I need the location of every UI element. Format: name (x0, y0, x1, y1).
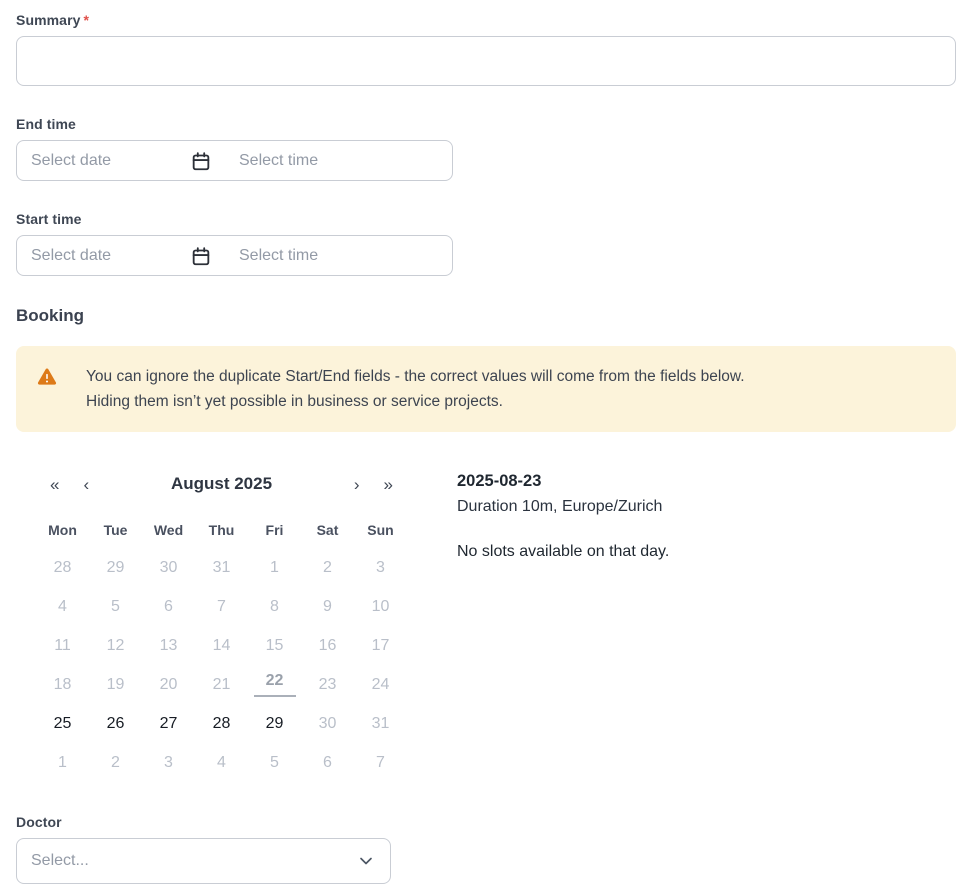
calendar-day: 3 (142, 743, 195, 782)
calendar-day: 14 (195, 626, 248, 665)
end-time-input[interactable] (213, 152, 452, 170)
prev-year-button[interactable]: « (46, 474, 63, 495)
calendar-day: 21 (195, 665, 248, 704)
calendar-day[interactable]: 26 (89, 704, 142, 743)
calendar-day: 11 (36, 626, 89, 665)
calendar-day: 1 (248, 548, 301, 587)
calendar-day: 5 (89, 587, 142, 626)
start-time-label: Start time (16, 211, 956, 227)
calendar-day: 29 (89, 548, 142, 587)
summary-field: Summary* (16, 12, 956, 86)
appointment-form: Summary* End time Start time (0, 0, 972, 884)
calendar-grid: 2829303112345678910111213141516171819202… (36, 548, 407, 782)
calendar-day: 15 (248, 626, 301, 665)
doctor-select[interactable]: Select... (16, 838, 391, 884)
calendar-day: 24 (354, 665, 407, 704)
end-time-field: End time (16, 116, 956, 181)
booking-widget: « ‹ August 2025 › » MonTueWedThuFriSatSu… (16, 470, 956, 782)
warning-icon (36, 366, 58, 393)
calendar-weekday: Sun (354, 518, 407, 542)
calendar-weekday: Wed (142, 518, 195, 542)
warning-line-2: Hiding them isn’t yet possible in busine… (86, 393, 503, 410)
calendar-weekdays: MonTueWedThuFriSatSun (36, 518, 407, 542)
calendar-month-title: August 2025 (93, 474, 350, 494)
calendar-day: 16 (301, 626, 354, 665)
calendar-day: 2 (301, 548, 354, 587)
calendar-day[interactable]: 29 (248, 704, 301, 743)
start-time-field: Start time (16, 211, 956, 276)
summary-label: Summary* (16, 12, 956, 28)
required-asterisk: * (84, 12, 90, 28)
calendar-day: 6 (301, 743, 354, 782)
warning-message: You can ignore the duplicate Start/End f… (86, 364, 745, 414)
calendar-day: 4 (195, 743, 248, 782)
calendar-weekday: Tue (89, 518, 142, 542)
calendar-day[interactable]: 27 (142, 704, 195, 743)
calendar-day[interactable]: 28 (195, 704, 248, 743)
summary-input[interactable] (16, 36, 956, 86)
calendar-day: 18 (36, 665, 89, 704)
calendar-day: 6 (142, 587, 195, 626)
end-time-label: End time (16, 116, 956, 132)
doctor-select-value: Select... (31, 852, 356, 870)
calendar-day: 7 (195, 587, 248, 626)
chevron-down-icon (356, 851, 376, 871)
end-date-input[interactable] (17, 152, 189, 170)
calendar-day: 19 (89, 665, 142, 704)
duration-timezone: Duration 10m, Europe/Zurich (457, 498, 669, 516)
calendar-day: 17 (354, 626, 407, 665)
calendar-day: 22 (248, 665, 301, 704)
calendar-day: 20 (142, 665, 195, 704)
next-year-button[interactable]: » (380, 474, 397, 495)
start-time-input[interactable] (213, 247, 452, 265)
calendar-day: 10 (354, 587, 407, 626)
calendar-day: 13 (142, 626, 195, 665)
next-month-button[interactable]: › (350, 474, 364, 495)
calendar-day: 7 (354, 743, 407, 782)
summary-label-text: Summary (16, 12, 81, 28)
calendar-weekday: Thu (195, 518, 248, 542)
calendar-day: 5 (248, 743, 301, 782)
start-date-input[interactable] (17, 247, 189, 265)
calendar-day: 8 (248, 587, 301, 626)
calendar-day: 23 (301, 665, 354, 704)
calendar: « ‹ August 2025 › » MonTueWedThuFriSatSu… (36, 470, 407, 782)
calendar-day: 9 (301, 587, 354, 626)
calendar-day: 1 (36, 743, 89, 782)
start-datetime-picker[interactable] (16, 235, 453, 276)
booking-heading: Booking (16, 306, 956, 326)
warning-alert: You can ignore the duplicate Start/End f… (16, 346, 956, 432)
no-slots-message: No slots available on that day. (457, 543, 669, 561)
calendar-nav: « ‹ August 2025 › » (36, 470, 407, 498)
warning-line-1: You can ignore the duplicate Start/End f… (86, 368, 745, 385)
slot-details: 2025-08-23 Duration 10m, Europe/Zurich N… (457, 470, 669, 782)
calendar-day: 12 (89, 626, 142, 665)
doctor-field: Doctor Select... (16, 814, 956, 884)
calendar-weekday: Sat (301, 518, 354, 542)
calendar-day: 31 (354, 704, 407, 743)
prev-month-button[interactable]: ‹ (79, 474, 93, 495)
end-datetime-picker[interactable] (16, 140, 453, 181)
calendar-day[interactable]: 25 (36, 704, 89, 743)
calendar-icon (189, 245, 213, 267)
calendar-day: 30 (142, 548, 195, 587)
calendar-day: 30 (301, 704, 354, 743)
calendar-weekday: Mon (36, 518, 89, 542)
calendar-day: 4 (36, 587, 89, 626)
selected-date: 2025-08-23 (457, 472, 669, 491)
calendar-day: 28 (36, 548, 89, 587)
calendar-icon (189, 150, 213, 172)
calendar-day: 2 (89, 743, 142, 782)
calendar-day: 3 (354, 548, 407, 587)
calendar-day: 31 (195, 548, 248, 587)
calendar-weekday: Fri (248, 518, 301, 542)
doctor-label: Doctor (16, 814, 956, 830)
